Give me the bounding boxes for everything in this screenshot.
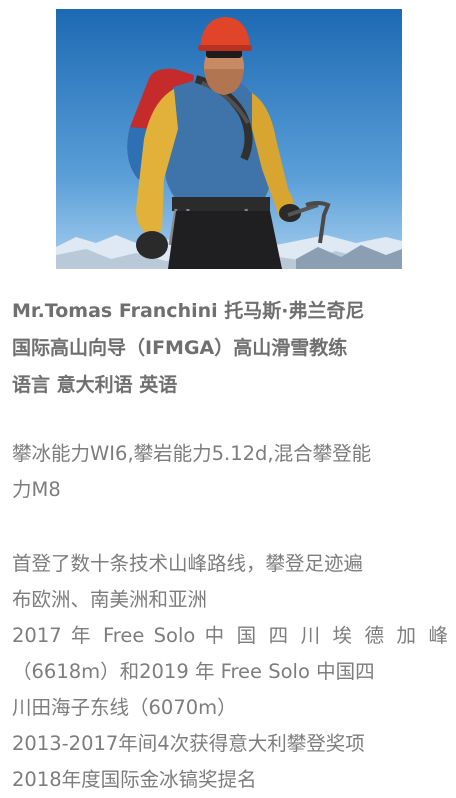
achievements-line-5: 川田海子东线（6070m）: [12, 696, 237, 719]
role-line: 国际高山向导（IFMGA）高山滑雪教练: [12, 337, 348, 359]
abilities-line-2: 力M8: [12, 478, 61, 501]
language-line: 语言 意大利语 英语: [12, 374, 178, 396]
achievements-paragraph: 首登了数十条技术山峰路线，攀登足迹遍 布欧洲、南美洲和亚洲 2017 年 Fre…: [12, 546, 448, 798]
name-line: Mr.Tomas Franchini 托马斯·弗兰奇尼: [12, 300, 365, 322]
abilities-line-1: 攀冰能力WI6,攀岩能力5.12d,混合攀登能: [12, 442, 372, 465]
achievements-line-2: 布欧洲、南美洲和亚洲: [12, 588, 208, 611]
achievements-line-1: 首登了数十条技术山峰路线，攀登足迹遍: [12, 552, 364, 575]
climber-photo: [56, 9, 402, 269]
profile-block: Mr.Tomas Franchini 托马斯·弗兰奇尼 国际高山向导（IFMGA…: [12, 293, 448, 404]
achievements-line-7: 2018年度国际金冰镐奖提名: [12, 768, 257, 791]
abilities-paragraph: 攀冰能力WI6,攀岩能力5.12d,混合攀登能 力M8: [12, 436, 448, 508]
achievements-line-6: 2013-2017年间4次获得意大利攀登奖项: [12, 732, 365, 755]
achievements-line-3: 2017 年 Free Solo 中 国 四 川 埃 德 加 峰: [12, 624, 448, 647]
achievements-line-4: （6618m）和2019 年 Free Solo 中国四: [12, 660, 375, 683]
